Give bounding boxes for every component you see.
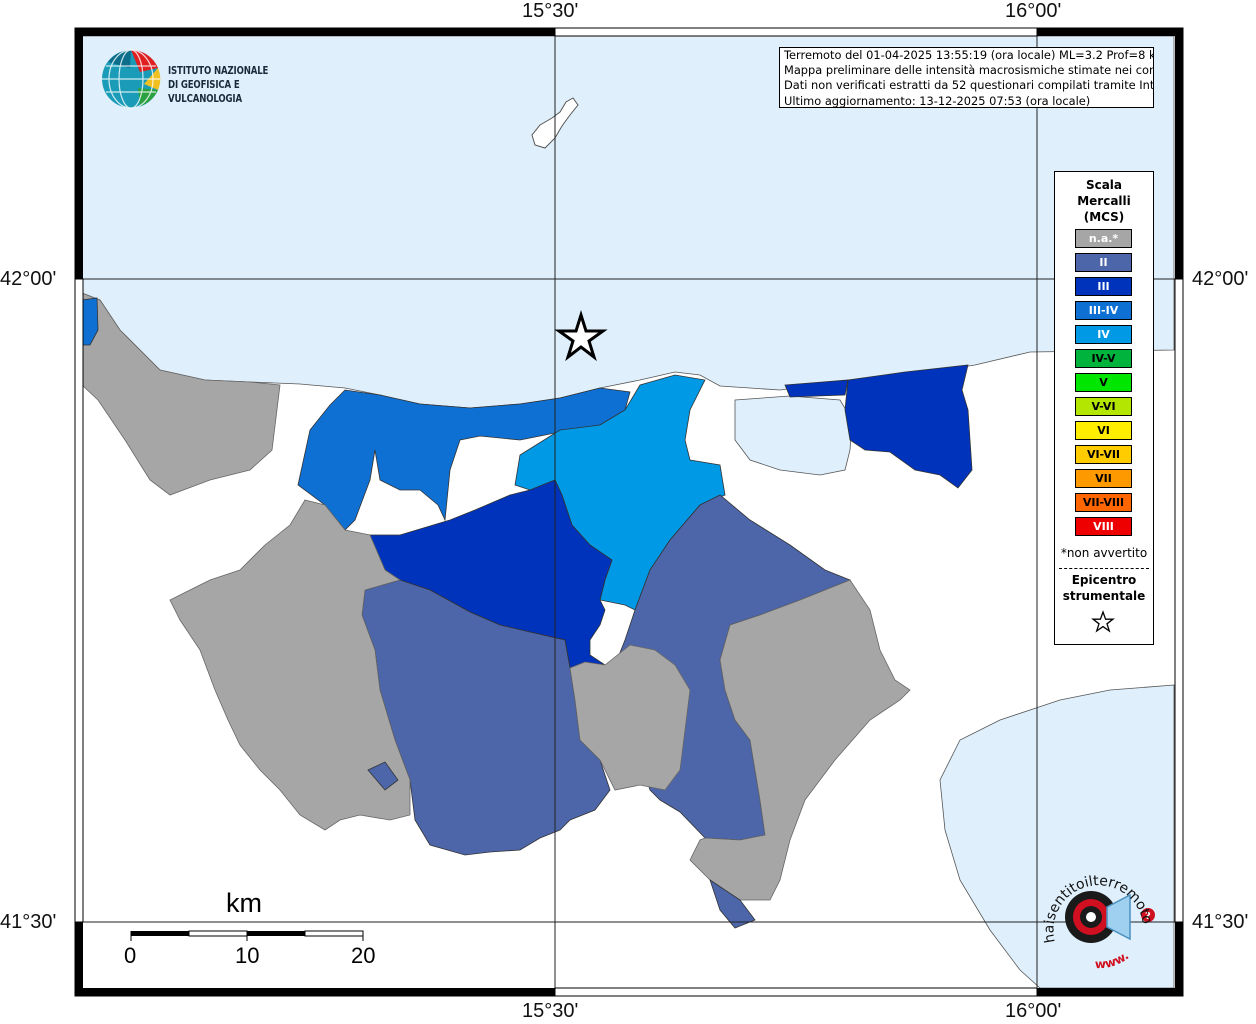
legend-item-v: V bbox=[1075, 373, 1132, 392]
legend-epicenter-label: Epicentro strumentale bbox=[1055, 572, 1153, 604]
lat-label-left-4200: 42°00' bbox=[0, 268, 57, 290]
ingv-logo-line2: DI GEOFISICA E VULCANOLOGIA bbox=[168, 78, 242, 105]
lon-label-top-1530: 15°30' bbox=[522, 0, 579, 22]
legend-item-vi-vii: VI-VII bbox=[1075, 445, 1132, 464]
legend-item-ii: II bbox=[1075, 253, 1132, 272]
legend-item-iv-v: IV-V bbox=[1075, 349, 1132, 368]
event-info-line1: Terremoto del 01-04-2025 13:55:19 (ora l… bbox=[784, 48, 1154, 62]
legend-title-line3: (MCS) bbox=[1083, 210, 1125, 224]
legend-item-iv: IV bbox=[1075, 325, 1132, 344]
haisentito-logo-www: www. bbox=[1095, 948, 1132, 971]
scale-bar-unit: km bbox=[226, 888, 262, 918]
scale-bar-tick-20: 20 bbox=[351, 943, 376, 968]
lon-label-bottom-1600: 16°00' bbox=[1005, 1000, 1062, 1022]
legend-item-vii: VII bbox=[1075, 469, 1132, 488]
legend-title-line2: Mercalli bbox=[1077, 194, 1131, 208]
lat-label-right-4130: 41°30' bbox=[1192, 911, 1249, 933]
mcs-legend: Scala Mercalli (MCS) n.a.* II III III-IV… bbox=[1054, 171, 1154, 645]
legend-title: Scala Mercalli (MCS) bbox=[1055, 177, 1153, 225]
lon-label-bottom-1530: 15°30' bbox=[522, 1000, 579, 1022]
haisentito-logo: ? haisentitoilterremoto.it www. bbox=[1032, 850, 1165, 972]
legend-separator bbox=[1059, 568, 1149, 569]
lat-label-right-4200: 42°00' bbox=[1192, 268, 1249, 290]
lon-label-top-1600: 16°00' bbox=[1005, 0, 1062, 22]
legend-item-vi: VI bbox=[1075, 421, 1132, 440]
event-info-box: Terremoto del 01-04-2025 13:55:19 (ora l… bbox=[779, 47, 1154, 108]
scale-bar-tick-0: 0 bbox=[124, 943, 137, 968]
legend-star-icon bbox=[1091, 610, 1115, 633]
lat-label-left-4130: 41°30' bbox=[0, 911, 57, 933]
event-info-line3: Dati non verificati estratti da 52 quest… bbox=[784, 78, 1154, 93]
event-info-line2: Mappa preliminare delle intensità macros… bbox=[784, 63, 1154, 78]
ingv-logo-text: ISTITUTO NAZIONALE DI GEOFISICA E VULCAN… bbox=[168, 64, 283, 106]
scale-bar-tick-10: 10 bbox=[235, 943, 260, 968]
legend-item-viii: VIII bbox=[1075, 517, 1132, 536]
haisentito-target-icon: ? haisentitoilterremoto.it www. bbox=[1032, 850, 1155, 971]
legend-item-na: n.a.* bbox=[1075, 229, 1132, 248]
ingv-logo-line1: ISTITUTO NAZIONALE bbox=[168, 64, 269, 77]
ingv-logo: ISTITUTO NAZIONALE DI GEOFISICA E VULCAN… bbox=[100, 48, 315, 110]
legend-epicenter-line2: strumentale bbox=[1062, 589, 1146, 603]
legend-items: n.a.* II III III-IV IV IV-V V V-VI VI VI… bbox=[1075, 229, 1132, 541]
svg-text:www.: www. bbox=[1095, 948, 1132, 971]
legend-item-iii: III bbox=[1075, 277, 1132, 296]
legend-item-v-vi: V-VI bbox=[1075, 397, 1132, 416]
legend-item-vii-viii: VII-VIII bbox=[1075, 493, 1132, 512]
legend-item-iii-iv: III-IV bbox=[1075, 301, 1132, 320]
event-info-line4: Ultimo aggiornamento: 13-12-2025 07:53 (… bbox=[784, 93, 1091, 108]
legend-note: *non avvertito bbox=[1060, 546, 1148, 560]
legend-epicenter-line1: Epicentro bbox=[1071, 573, 1137, 587]
ingv-globe-icon bbox=[102, 49, 161, 109]
legend-title-line1: Scala bbox=[1085, 178, 1123, 192]
